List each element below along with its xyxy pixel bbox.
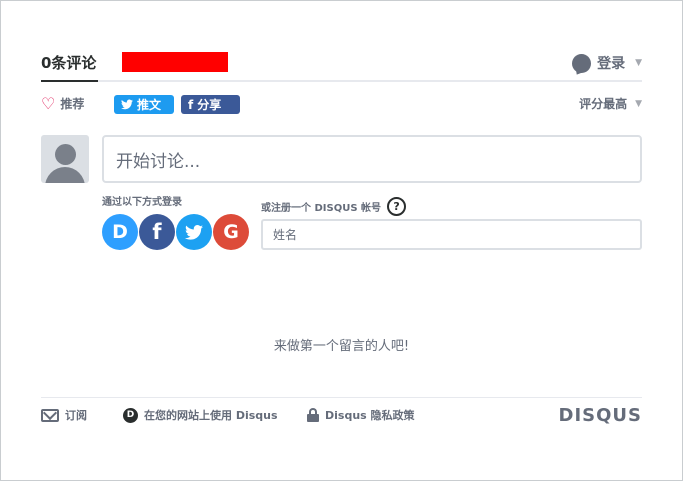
mail-icon: [41, 408, 59, 422]
privacy-label: Disqus 隐私政策: [325, 409, 415, 422]
disqus-brand-logo[interactable]: DISQUS: [559, 405, 642, 426]
disqus-login-icon[interactable]: D: [102, 214, 138, 250]
recommend-label: 推荐: [60, 97, 85, 111]
subscribe-label: 订阅: [65, 409, 87, 422]
sort-dropdown[interactable]: 评分最高 ▼: [579, 95, 642, 112]
avatar-head: [55, 144, 76, 165]
chevron-down-icon: ▼: [635, 98, 642, 109]
heart-icon: ♡: [41, 93, 56, 113]
lock-icon: [307, 408, 319, 422]
thread-toolbar: ♡ 推荐 推文 f 分享 评分最高 ▼: [41, 93, 642, 115]
avatar: [41, 135, 89, 183]
thread-footer: 订阅 D 在您的网站上使用 Disqus Disqus 隐私政策 DISQUS: [41, 397, 642, 433]
recommend-button[interactable]: ♡ 推荐: [41, 95, 84, 112]
name-placeholder: 姓名: [273, 228, 298, 242]
redacted-block: [122, 52, 228, 72]
google-login-icon[interactable]: G: [213, 214, 249, 250]
disqus-chat-icon: [572, 53, 592, 73]
chevron-down-icon: ▼: [635, 58, 642, 68]
name-field[interactable]: 姓名: [261, 219, 642, 250]
tab-comments-count[interactable]: 0条评论: [41, 52, 99, 82]
signin-label: 通过以下方式登录: [102, 197, 182, 208]
facebook-login-icon[interactable]: f: [139, 214, 175, 250]
facebook-share-button[interactable]: f 分享: [181, 95, 240, 114]
empty-thread-message: 来做第一个留言的人吧!: [273, 339, 410, 354]
thread-nav: 0条评论 登录 ▼: [41, 45, 642, 82]
login-menu[interactable]: 登录 ▼: [572, 52, 642, 74]
facebook-f-icon: f: [188, 97, 194, 112]
tweet-label: 推文: [137, 98, 162, 112]
twitter-bird-icon: [121, 99, 133, 110]
twitter-bird-icon: [185, 224, 203, 240]
avatar-body: [45, 167, 85, 183]
twitter-login-icon[interactable]: [176, 214, 212, 250]
disqus-logo-icon: D: [123, 407, 138, 423]
add-disqus-label: 在您的网站上使用 Disqus: [144, 409, 278, 422]
login-label: 登录: [597, 56, 626, 72]
comment-input[interactable]: 开始讨论...: [102, 135, 642, 183]
comment-placeholder: 开始讨论...: [116, 151, 201, 172]
sort-label: 评分最高: [579, 97, 628, 111]
register-label-row: 或注册一个 DISQUS 帐号 ?: [261, 197, 407, 216]
privacy-link[interactable]: Disqus 隐私政策: [307, 407, 415, 423]
disqus-thread: 0条评论 登录 ▼ ♡ 推荐 推文 f 分享 评分最高 ▼ 开始讨论... 通过…: [0, 0, 683, 481]
register-label: 或注册一个 DISQUS 帐号: [261, 203, 382, 214]
tweet-button[interactable]: 推文: [114, 95, 174, 114]
add-disqus-link[interactable]: D 在您的网站上使用 Disqus: [123, 407, 278, 423]
share-label: 分享: [197, 98, 222, 112]
subscribe-link[interactable]: 订阅: [41, 407, 87, 423]
help-icon[interactable]: ?: [387, 197, 407, 216]
